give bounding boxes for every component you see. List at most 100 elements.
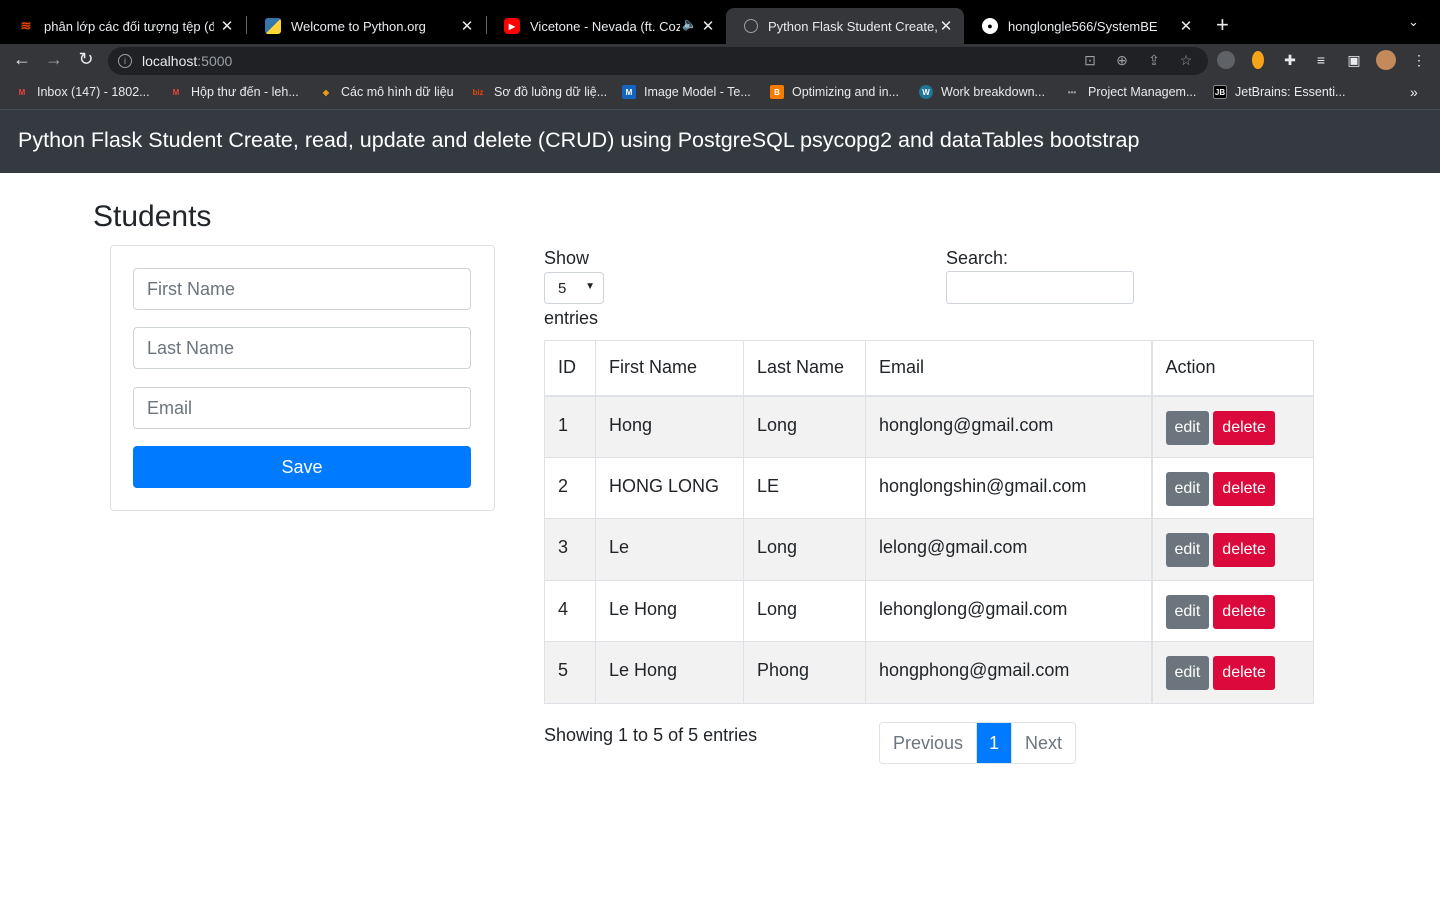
forward-icon[interactable]: → [42,49,66,70]
new-tab-icon[interactable]: + [1216,12,1229,38]
cell-last-name: LE [743,456,866,519]
gmail-icon: M [18,87,26,97]
reload-icon[interactable]: ↻ [74,49,98,70]
bookmark-label: Hộp thư đến - leh... [191,85,299,99]
tab-title: Python Flask Student Create, r [768,18,938,34]
cell-email: honglong@gmail.com [865,395,1152,458]
table-row: 3 Le Long lelong@gmail.com edit delete [544,518,1314,581]
delete-button[interactable]: delete [1213,410,1275,445]
close-tab-icon[interactable]: ✕ [459,17,475,35]
table-info: Showing 1 to 5 of 5 entries [544,725,758,745]
zoom-icon[interactable]: ⊕ [1113,52,1131,69]
wordpress-icon: W [919,85,933,99]
extension-icon[interactable] [1252,51,1264,69]
edit-button[interactable]: edit [1165,594,1210,629]
bookmark-item[interactable]: M Image Model - Te... [622,85,751,99]
first-name-input[interactable] [133,268,471,310]
edit-button[interactable]: edit [1165,533,1210,567]
browser-menu-icon[interactable]: ⋮ [1410,52,1428,69]
cell-first-name: Le Hong [595,579,744,642]
media-control-icon[interactable]: ≡ [1312,52,1330,68]
column-header-first-name[interactable]: First Name [595,340,744,397]
show-label: Show [544,248,590,268]
side-panel-icon[interactable]: ▣ [1345,52,1363,69]
browser-tab[interactable]: Welcome to Python.org ✕ [247,8,485,44]
last-name-input[interactable] [133,327,471,369]
close-tab-icon[interactable]: ✕ [219,17,235,35]
biz-icon: biz [472,87,484,97]
cell-email: lelong@gmail.com [865,518,1152,581]
table-row: 2 HONG LONG LE honglongshin@gmail.com ed… [544,456,1314,519]
chevron-down-icon: ▼ [585,281,595,292]
url-port: :5000 [197,53,233,69]
navbar-title: Python Flask Student Create, read, updat… [18,128,1140,152]
delete-button[interactable]: delete [1213,533,1275,567]
tab-title: phân lớp các đối tượng tệp (để [44,18,214,34]
address-bar[interactable]: i localhost:5000 [108,47,1208,75]
table-row: 1 Hong Long honglong@gmail.com edit delet… [544,395,1314,458]
column-header-id[interactable]: ID [544,340,596,397]
column-header-email[interactable]: Email [865,340,1152,397]
close-tab-icon[interactable]: ✕ [1178,17,1194,35]
translate-icon[interactable]: ⊡ [1081,52,1099,69]
browser-tab-active[interactable]: Python Flask Student Create, r ✕ [726,8,964,44]
gmail-icon: M [172,87,180,97]
entries-label: entries [544,308,599,328]
bookmark-label: Optimizing and in... [792,85,899,99]
bookmark-item[interactable]: ◈ Các mô hình dữ liệu [319,85,454,99]
close-tab-icon[interactable]: ✕ [938,17,954,35]
bookmark-star-icon[interactable]: ☆ [1177,52,1195,69]
blogger-icon: B [770,85,784,99]
more-bookmarks-icon[interactable]: » [1410,84,1418,100]
share-icon[interactable]: ⇪ [1145,52,1163,69]
extensions-puzzle-icon[interactable]: ✚ [1281,52,1299,69]
bookmark-item[interactable]: ••• Project Managem... [1064,85,1197,99]
delete-button[interactable]: delete [1213,471,1275,506]
bookmark-item[interactable]: B Optimizing and in... [770,85,899,99]
bookmark-item[interactable]: M Inbox (147) - 1802... [15,85,150,99]
column-header-action[interactable]: Action [1150,340,1314,397]
delete-button[interactable]: delete [1213,594,1275,629]
save-button[interactable]: Save [133,446,471,488]
search-input[interactable] [946,271,1134,304]
bookmark-item[interactable]: M Hộp thư đến - leh... [169,85,299,99]
site-info-icon[interactable]: i [118,54,132,68]
edit-button[interactable]: edit [1165,656,1210,690]
cell-email: lehonglong@gmail.com [865,579,1152,642]
delete-button[interactable]: delete [1213,656,1275,690]
page-1-button[interactable]: 1 [976,723,1012,763]
cell-first-name: Hong [595,395,744,458]
youtube-icon: ▶ [504,18,520,34]
close-tab-icon[interactable]: ✕ [700,17,716,35]
edit-button[interactable]: edit [1165,471,1210,506]
browser-tab[interactable]: ● honglongle566/SystemBE ✕ [964,8,1204,44]
audio-playing-icon[interactable]: 🔈 [682,17,697,31]
column-header-last-name[interactable]: Last Name [743,340,866,397]
next-page-button[interactable]: Next [1011,723,1076,763]
bookmark-item[interactable]: JB JetBrains: Essenti... [1213,85,1345,99]
browser-tab[interactable]: ≋ phân lớp các đối tượng tệp (để ✕ [0,8,245,44]
python-logo-icon [265,18,281,34]
students-table: ID First Name Last Name Email Action 1 H… [544,340,1314,704]
dots-icon: ••• [1067,87,1077,97]
table-row: 4 Le Hong Long lehonglong@gmail.com edit… [544,579,1314,642]
tab-title: Welcome to Python.org [291,18,426,34]
cell-last-name: Long [743,395,866,458]
globe-icon [744,19,758,33]
page-title: Students [93,200,212,233]
bookmark-item[interactable]: biz Sơ đồ luồng dữ liệ... [470,85,607,99]
profile-avatar[interactable] [1376,50,1396,70]
stack-icon: ≋ [20,18,32,33]
tab-search-icon[interactable]: ⌄ [1408,14,1419,30]
student-form-card: Save [110,245,495,511]
cell-first-name: Le Hong [595,641,744,704]
edit-button[interactable]: edit [1165,410,1210,445]
bookmark-item[interactable]: W Work breakdown... [919,85,1045,99]
previous-page-button[interactable]: Previous [880,723,977,763]
email-input[interactable] [133,387,471,429]
browser-tab[interactable]: ▶ Vicetone - Nevada (ft. Cozi 🔈 ✕ [486,8,726,44]
back-icon[interactable]: ← [10,49,34,70]
ublock-extension-icon[interactable] [1217,51,1235,69]
page-length-select[interactable]: 5 ▼ [544,272,604,304]
cell-id: 4 [544,579,596,642]
